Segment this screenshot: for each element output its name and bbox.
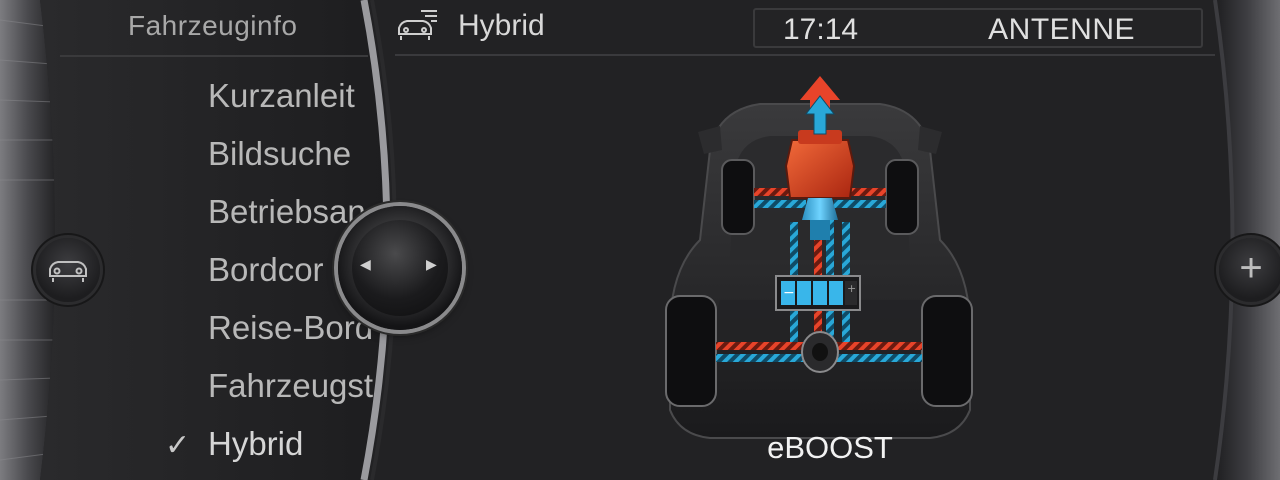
hybrid-drivetrain-diagram: − +: [665, 76, 973, 439]
arrow-right-icon[interactable]: ▶: [426, 256, 437, 273]
menu-item-betriebsanleitung[interactable]: Betriebsan: [208, 193, 366, 231]
menu-item-reise-bordcomputer[interactable]: Reise-Bord: [208, 309, 373, 347]
svg-text:+: +: [847, 282, 856, 295]
vehicle-button[interactable]: [36, 238, 100, 302]
menu-item-hybrid[interactable]: Hybrid: [208, 425, 303, 463]
audio-source[interactable]: ANTENNE: [988, 13, 1135, 47]
menu-item-kurzanleitung[interactable]: Kurzanleit: [208, 77, 355, 115]
drive-mode-label: eBOOST: [767, 430, 893, 465]
controller-knob[interactable]: ◀ ▶: [338, 206, 462, 330]
plus-icon: +: [1239, 246, 1263, 290]
menu-item-bildsuche[interactable]: Bildsuche: [208, 135, 351, 173]
car-icon: [49, 261, 87, 282]
header-divider: [395, 54, 1215, 56]
page-title: Hybrid: [458, 9, 545, 42]
checkmark-icon: ✓: [165, 429, 191, 462]
menu-item-bordcomputer[interactable]: Bordcor: [208, 251, 324, 289]
clock: 17:14: [783, 13, 859, 46]
status-bar: 17:14 ANTENNE: [753, 8, 1203, 48]
add-button[interactable]: +: [1219, 238, 1280, 302]
svg-text:−: −: [783, 285, 795, 301]
arrow-left-icon[interactable]: ◀: [360, 256, 371, 273]
menu-item-fahrzeugstatus[interactable]: Fahrzeugst: [208, 367, 373, 405]
car-info-icon: [398, 10, 437, 40]
